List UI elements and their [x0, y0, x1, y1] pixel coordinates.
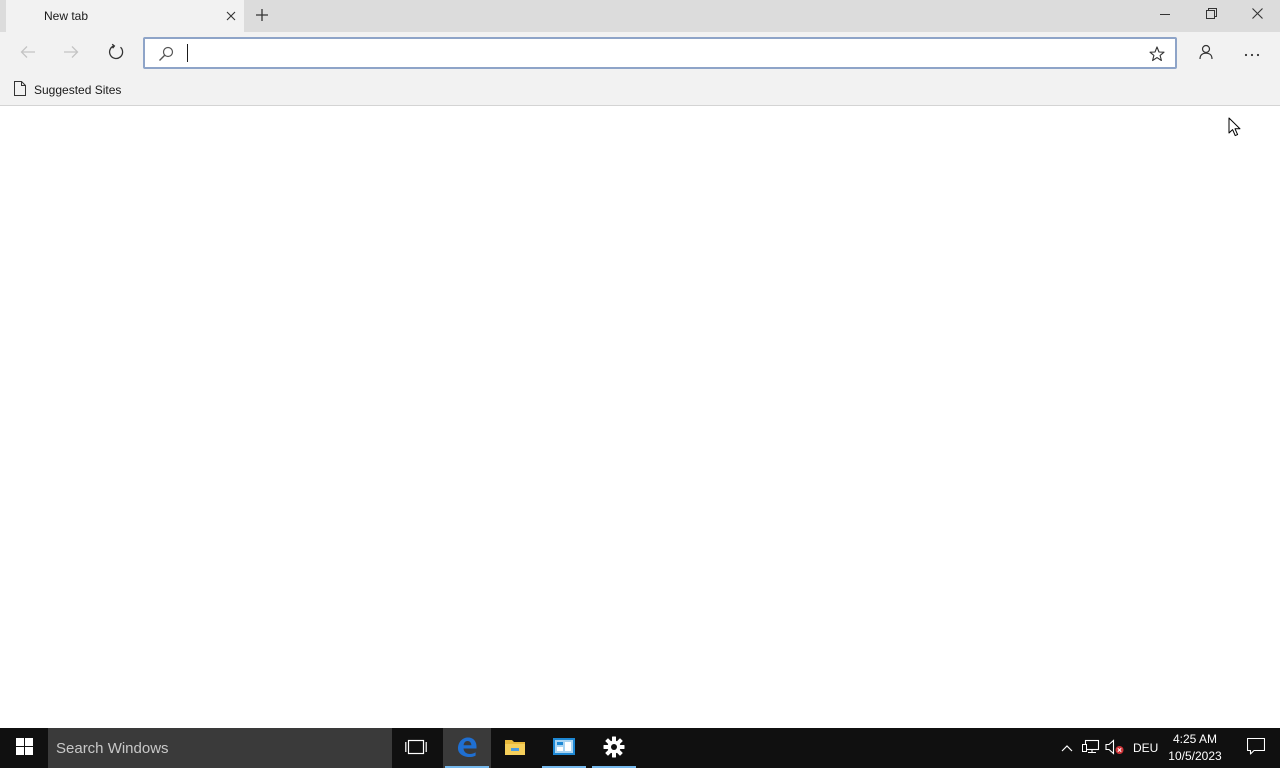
- page-icon: [14, 81, 26, 99]
- volume-muted-icon: [1105, 738, 1125, 758]
- refresh-icon: [107, 43, 125, 64]
- network-tray-button[interactable]: [1081, 738, 1101, 758]
- notification-icon: [1246, 737, 1266, 758]
- plus-icon: [255, 8, 269, 25]
- more-icon: [1244, 46, 1260, 60]
- new-tab-button[interactable]: [248, 4, 276, 28]
- close-window-button[interactable]: [1234, 0, 1280, 30]
- title-bar: New tab: [0, 0, 1280, 32]
- favorite-suggested-sites[interactable]: Suggested Sites: [10, 78, 125, 102]
- profile-button[interactable]: [1191, 39, 1221, 67]
- tab-new-tab[interactable]: New tab: [6, 0, 244, 32]
- folder-icon: [504, 738, 526, 759]
- page-content: [0, 107, 1280, 728]
- forward-button[interactable]: [56, 39, 86, 67]
- task-view-icon: [405, 739, 427, 758]
- taskbar-search-placeholder: Search Windows: [56, 740, 169, 757]
- favorites-bar: Suggested Sites: [0, 74, 1280, 106]
- taskbar-edge-button[interactable]: [443, 728, 491, 768]
- server-manager-icon: [552, 737, 576, 760]
- taskbar-settings-button[interactable]: [590, 728, 638, 768]
- arrow-left-icon: [20, 45, 36, 62]
- favorite-label: Suggested Sites: [34, 83, 122, 97]
- search-icon: [157, 45, 175, 63]
- navigation-bar: [0, 32, 1280, 74]
- restore-button[interactable]: [1188, 0, 1234, 30]
- volume-tray-button[interactable]: [1105, 738, 1125, 758]
- action-center-button[interactable]: [1232, 728, 1280, 768]
- chevron-up-icon: [1061, 741, 1073, 755]
- settings-more-button[interactable]: [1237, 39, 1267, 67]
- taskbar-task-view-button[interactable]: [392, 728, 440, 768]
- person-icon: [1198, 44, 1214, 63]
- tab-title: New tab: [44, 9, 89, 23]
- address-bar[interactable]: [143, 37, 1177, 69]
- taskbar: Search Windows DEU 4:25 AM 10/5/2023: [0, 728, 1280, 768]
- minimize-button[interactable]: [1142, 0, 1188, 30]
- minimize-icon: [1160, 8, 1170, 22]
- text-caret: [187, 44, 188, 62]
- add-favorite-star-icon[interactable]: [1147, 44, 1167, 64]
- gear-icon: [603, 736, 625, 761]
- refresh-button[interactable]: [101, 39, 131, 67]
- taskbar-file-explorer-button[interactable]: [491, 728, 539, 768]
- address-input[interactable]: [185, 43, 1125, 63]
- network-icon: [1082, 739, 1100, 758]
- tab-close-icon[interactable]: [222, 7, 240, 25]
- windows-logo-icon: [15, 738, 33, 758]
- back-button[interactable]: [13, 39, 43, 67]
- clock-date: 10/5/2023: [1168, 749, 1222, 763]
- mouse-pointer-icon: [1228, 117, 1241, 140]
- clock-time: 4:25 AM: [1172, 732, 1218, 746]
- edge-icon: [455, 735, 479, 762]
- taskbar-clock[interactable]: 4:25 AM 10/5/2023: [1166, 731, 1224, 765]
- taskbar-server-manager-button[interactable]: [540, 728, 588, 768]
- restore-icon: [1205, 8, 1217, 22]
- input-language-indicator[interactable]: DEU: [1133, 741, 1158, 755]
- arrow-right-icon: [63, 45, 79, 62]
- close-icon: [1251, 8, 1263, 22]
- taskbar-search-box[interactable]: Search Windows: [48, 728, 392, 768]
- show-hidden-icons-button[interactable]: [1057, 738, 1077, 758]
- start-button[interactable]: [0, 728, 48, 768]
